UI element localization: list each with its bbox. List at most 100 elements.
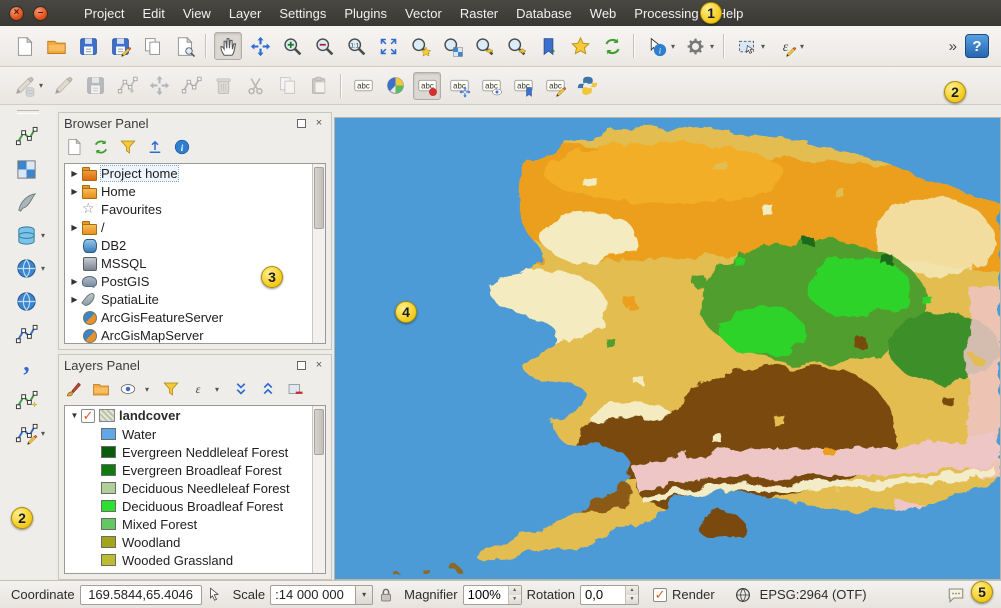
layers-scrollbar[interactable] — [312, 406, 325, 573]
zoom-full-button[interactable] — [374, 32, 402, 60]
rotation-spinbox[interactable]: ▲ ▼ — [580, 585, 639, 605]
new-print-composer-button[interactable] — [138, 32, 166, 60]
rotation-input[interactable] — [581, 586, 625, 604]
menu-project[interactable]: Project — [76, 2, 132, 25]
render-checkbox[interactable]: ✓ — [653, 588, 667, 602]
layer-styling-icon[interactable] — [65, 380, 83, 398]
node-tool-button[interactable] — [177, 72, 205, 100]
zoom-next-button[interactable] — [502, 32, 530, 60]
select-dropdown-arrow[interactable]: ▾ — [761, 42, 769, 51]
window-close-button[interactable]: × — [9, 6, 24, 21]
lock-scale-icon[interactable] — [377, 586, 395, 604]
menu-raster[interactable]: Raster — [452, 2, 506, 25]
filter-browser-icon[interactable] — [119, 138, 137, 156]
expression-dropdown-arrow[interactable]: ▾ — [800, 42, 808, 51]
spin-down-icon[interactable]: ▼ — [509, 595, 521, 604]
new-bookmark-button[interactable] — [534, 32, 562, 60]
remove-layer-icon[interactable] — [286, 380, 304, 398]
layers-scrollbar-thumb[interactable] — [314, 409, 324, 455]
layer-diagram-button[interactable] — [381, 72, 409, 100]
save-layer-edits-button[interactable] — [81, 72, 109, 100]
add-group-icon[interactable] — [92, 380, 110, 398]
menu-plugins[interactable]: Plugins — [336, 2, 395, 25]
run-feature-action-button[interactable] — [681, 32, 709, 60]
save-project-button[interactable] — [74, 32, 102, 60]
add-wcs-layer-button[interactable] — [12, 288, 40, 316]
menu-settings[interactable]: Settings — [271, 2, 334, 25]
refresh-map-button[interactable] — [598, 32, 626, 60]
help-contents-button[interactable]: ? — [965, 34, 989, 58]
add-delimited-text-layer-button[interactable] — [12, 354, 40, 382]
scale-combo[interactable]: ▾ — [270, 585, 373, 605]
add-feature-button[interactable] — [113, 72, 141, 100]
filter-legend-icon[interactable] — [162, 380, 180, 398]
delete-selected-button[interactable] — [209, 72, 237, 100]
add-wms-layer-button[interactable] — [12, 255, 40, 283]
label-change-button[interactable] — [541, 72, 569, 100]
legend-item-evergreen-neddleleaf-forest[interactable]: Evergreen Neddleleaf Forest — [65, 443, 325, 461]
copy-features-button[interactable] — [273, 72, 301, 100]
browser-item-mssql[interactable]: MSSQL — [65, 254, 325, 272]
scale-input[interactable] — [270, 585, 356, 605]
open-project-button[interactable] — [42, 32, 70, 60]
label-show-hide-button[interactable] — [477, 72, 505, 100]
landcover-visibility-checkbox[interactable]: ✓ — [81, 409, 95, 423]
refresh-browser-icon[interactable] — [92, 138, 110, 156]
browser-item-home[interactable]: ▶Home — [65, 182, 325, 200]
add-spatialite-layer-button[interactable] — [12, 189, 40, 217]
pan-to-selection-button[interactable] — [246, 32, 274, 60]
browser-close-button[interactable]: × — [312, 117, 326, 131]
menu-processing[interactable]: Processing — [626, 2, 706, 25]
save-project-as-button[interactable] — [106, 32, 134, 60]
zoom-actual-size-button[interactable] — [342, 32, 370, 60]
show-bookmarks-button[interactable] — [566, 32, 594, 60]
add-vector-layer-button[interactable] — [12, 123, 40, 151]
expander-icon[interactable]: ▼ — [68, 411, 81, 420]
label-pin-button[interactable] — [509, 72, 537, 100]
collapse-all-icon[interactable] — [259, 380, 277, 398]
legend-item-deciduous-broadleaf-forest[interactable]: Deciduous Broadleaf Forest — [65, 497, 325, 515]
current-edits-button[interactable] — [10, 72, 38, 100]
menu-view[interactable]: View — [175, 2, 219, 25]
add-raster-layer-button[interactable] — [12, 156, 40, 184]
spin-down-icon[interactable]: ▼ — [626, 595, 638, 604]
layers-close-button[interactable]: × — [312, 359, 326, 373]
properties-widget-icon[interactable] — [173, 138, 191, 156]
browser-item-root[interactable]: ▶/ — [65, 218, 325, 236]
new-shapefile-layer-button[interactable] — [12, 387, 40, 415]
expander-icon[interactable]: ▶ — [68, 277, 81, 286]
identify-features-button[interactable] — [642, 32, 670, 60]
magnifier-input[interactable] — [464, 586, 508, 604]
toggle-editing-button[interactable] — [49, 72, 77, 100]
browser-float-button[interactable] — [294, 117, 308, 131]
feature-action-dropdown-arrow[interactable]: ▾ — [710, 42, 718, 51]
toolbar-drag-handle[interactable] — [17, 110, 39, 114]
layer-row-landcover[interactable]: ▼ ✓ landcover — [65, 406, 325, 425]
move-feature-button[interactable] — [145, 72, 173, 100]
legend-item-water[interactable]: Water — [65, 425, 325, 443]
legend-item-wooded-grassland[interactable]: Wooded Grassland — [65, 551, 325, 569]
python-console-button[interactable] — [573, 72, 601, 100]
expression-dropdown-arrow[interactable]: ▾ — [215, 385, 223, 394]
expander-icon[interactable]: ▶ — [68, 169, 81, 178]
add-wfs-layer-button[interactable] — [12, 321, 40, 349]
crs-status[interactable]: EPSG:2964 (OTF) — [760, 587, 867, 602]
legend-item-mixed-forest[interactable]: Mixed Forest — [65, 515, 325, 533]
scale-dropdown-button[interactable]: ▾ — [356, 585, 373, 605]
wms-dropdown-arrow[interactable]: ▾ — [41, 264, 49, 273]
browser-item-favourites[interactable]: Favourites — [65, 200, 325, 218]
composer-manager-button[interactable] — [170, 32, 198, 60]
browser-item-spatialite[interactable]: ▶SpatiaLite — [65, 290, 325, 308]
label-highlight-button[interactable] — [413, 72, 441, 100]
identify-dropdown-arrow[interactable]: ▾ — [671, 42, 679, 51]
magnifier-spinbox[interactable]: ▲ ▼ — [463, 585, 522, 605]
browser-item-project-home[interactable]: ▶Project home — [65, 164, 325, 182]
new-project-button[interactable] — [10, 32, 38, 60]
log-messages-icon[interactable] — [947, 586, 965, 604]
pan-map-button[interactable] — [214, 32, 242, 60]
menu-layer[interactable]: Layer — [221, 2, 270, 25]
collapse-all-icon[interactable] — [146, 138, 164, 156]
cut-features-button[interactable] — [241, 72, 269, 100]
layers-tree[interactable]: ▼ ✓ landcover WaterEvergreen Neddleleaf … — [64, 405, 326, 574]
browser-scrollbar[interactable] — [312, 164, 325, 343]
